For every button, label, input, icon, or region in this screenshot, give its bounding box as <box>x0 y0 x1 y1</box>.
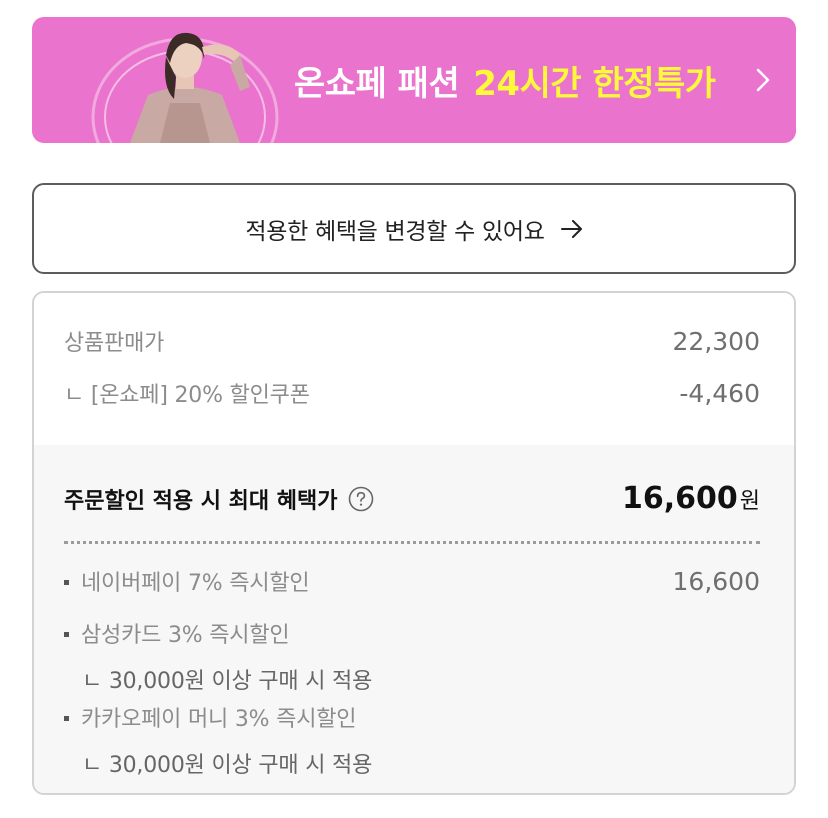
price-summary: 상품판매가 22,300 ㄴ [온쇼페] 20% 할인쿠폰 -4,460 <box>34 293 794 445</box>
banner-title: 온쇼페 패션 <box>294 63 460 104</box>
chevron-right-icon <box>756 68 770 92</box>
max-benefit-unit: 원 <box>739 489 760 514</box>
benefit-section: 주문할인 적용 시 최대 혜택가 16,600원 네이버페이 7% 즉시할인 1… <box>34 445 794 793</box>
question-icon[interactable] <box>348 486 374 512</box>
max-benefit-label: 주문할인 적용 시 최대 혜택가 <box>64 488 338 514</box>
change-benefit-label: 적용한 혜택을 변경할 수 있어요 <box>245 218 545 245</box>
discount-value: 16,600 <box>672 566 760 596</box>
max-benefit-value-wrap: 16,600원 <box>622 481 760 516</box>
max-benefit-row: 주문할인 적용 시 최대 혜택가 16,600원 <box>64 481 760 516</box>
discount-item: 네이버페이 7% 즉시할인 16,600 <box>64 565 760 597</box>
sale-price-row: 상품판매가 22,300 <box>64 325 760 357</box>
discount-item: 삼성카드 3% 즉시할인 ㄴ 30,000원 이상 구매 시 적용 <box>64 617 760 695</box>
model-photo <box>91 32 279 143</box>
sale-price-value: 22,300 <box>672 326 760 356</box>
arrow-right-icon <box>560 219 582 238</box>
coupon-label: ㄴ [온쇼페] 20% 할인쿠폰 <box>64 383 310 408</box>
change-benefit-button[interactable]: 적용한 혜택을 변경할 수 있어요 <box>32 183 796 274</box>
banner-highlight: 24시간 한정특가 <box>473 63 716 104</box>
discount-condition: ㄴ 30,000원 이상 구매 시 적용 <box>82 669 373 694</box>
bullet-icon <box>64 579 69 585</box>
promo-banner[interactable]: 온쇼페 패션 24시간 한정특가 <box>32 17 796 143</box>
dotted-divider <box>64 541 760 544</box>
price-breakdown-panel: 상품판매가 22,300 ㄴ [온쇼페] 20% 할인쿠폰 -4,460 주문할… <box>32 291 796 795</box>
coupon-value: -4,460 <box>679 378 760 408</box>
coupon-row: ㄴ [온쇼페] 20% 할인쿠폰 -4,460 <box>64 377 760 409</box>
discount-label: 삼성카드 3% 즉시할인 <box>81 623 290 648</box>
max-benefit-label-wrap: 주문할인 적용 시 최대 혜택가 <box>64 483 374 515</box>
max-benefit-value: 16,600 <box>621 481 738 516</box>
banner-headline: 온쇼페 패션 24시간 한정특가 <box>294 17 716 143</box>
discount-item: 카카오페이 머니 3% 즉시할인 ㄴ 30,000원 이상 구매 시 적용 <box>64 701 760 779</box>
discount-label: 카카오페이 머니 3% 즉시할인 <box>81 707 357 732</box>
discount-condition: ㄴ 30,000원 이상 구매 시 적용 <box>82 753 373 778</box>
discount-label: 네이버페이 7% 즉시할인 <box>81 571 310 596</box>
bullet-icon <box>64 631 69 637</box>
sale-price-label: 상품판매가 <box>64 331 165 356</box>
bullet-icon <box>64 715 69 721</box>
